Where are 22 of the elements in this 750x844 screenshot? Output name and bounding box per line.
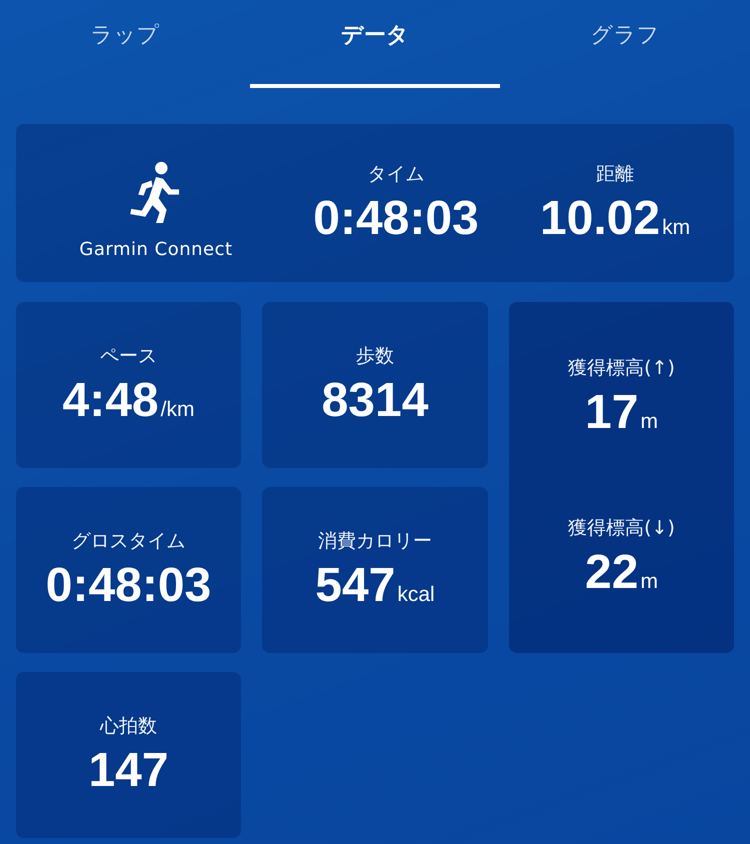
metric-value: 147 [88, 744, 169, 798]
metric-label: 獲得標高(↑) [568, 356, 675, 382]
tab[interactable]: データ [250, 0, 500, 88]
metric-value: 8314 [322, 374, 428, 428]
metric-label: 心拍数 [100, 714, 157, 739]
metric-value: 17 m [585, 387, 658, 440]
metric-label: タイム [368, 162, 424, 187]
metric-value: 547 kcal [315, 560, 435, 612]
metric-label: 歩数 [356, 344, 394, 369]
tab[interactable]: グラフ [500, 0, 750, 88]
metric-value: 0:48:03 [46, 560, 212, 612]
app-label: Garmin Connect [79, 238, 233, 260]
metric-label: 距離 [596, 162, 634, 187]
metric-label: 消費カロリー [318, 528, 432, 554]
metric-value: 4:48/km [62, 374, 194, 428]
metric-label: グロスタイム [72, 528, 186, 554]
metric-label: ペース [100, 344, 157, 369]
metric-label: 獲得標高(↓) [568, 516, 675, 541]
metric-value: 10.02 km [540, 192, 690, 246]
tab[interactable]: ラップ [0, 0, 250, 88]
metric-value: 22 m [585, 546, 658, 600]
metric-value: 0:48:03 [313, 192, 479, 246]
